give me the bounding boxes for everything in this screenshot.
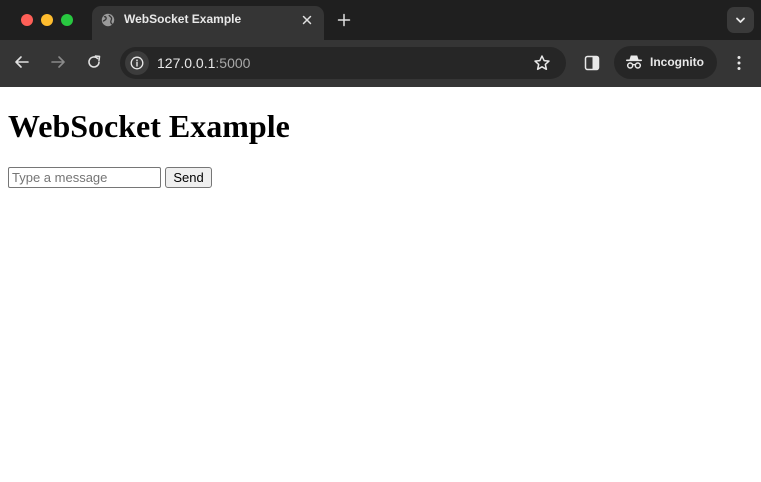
incognito-profile-button[interactable]: Incognito	[614, 46, 717, 79]
more-menu-icon[interactable]	[731, 54, 747, 72]
tab-strip: WebSocket Example	[0, 0, 761, 40]
tab-title: WebSocket Example	[124, 12, 242, 26]
tab-search-button[interactable]	[727, 7, 754, 33]
close-window-button[interactable]	[21, 14, 33, 26]
send-button[interactable]: Send	[165, 167, 212, 188]
url-text[interactable]: 127.0.0.1:5000	[157, 55, 250, 71]
tab-websocket-example[interactable]: WebSocket Example	[92, 6, 324, 40]
side-panel-icon[interactable]	[583, 54, 601, 72]
back-arrow-icon[interactable]	[14, 54, 30, 70]
minimize-window-button[interactable]	[41, 14, 53, 26]
forward-arrow-icon[interactable]	[50, 54, 66, 70]
chevron-down-icon	[736, 17, 745, 23]
message-input[interactable]	[8, 167, 161, 188]
incognito-label: Incognito	[650, 55, 704, 69]
address-bar[interactable]: 127.0.0.1:5000	[120, 47, 566, 79]
page-content: WebSocket Example Send	[0, 87, 761, 482]
url-host: 127.0.0.1	[157, 55, 216, 71]
browser-chrome: WebSocket Example 127.0.0.1:5000 Incogni…	[0, 0, 761, 87]
incognito-icon	[626, 55, 642, 69]
reload-icon[interactable]	[86, 54, 102, 70]
site-info-button[interactable]	[125, 51, 149, 75]
zoom-window-button[interactable]	[61, 14, 73, 26]
globe-icon	[101, 13, 115, 27]
close-icon[interactable]	[299, 12, 315, 28]
page-title: WebSocket Example	[8, 108, 290, 144]
url-port: :5000	[215, 55, 251, 71]
info-icon	[130, 56, 144, 70]
new-tab-icon[interactable]	[336, 12, 352, 28]
star-icon[interactable]	[533, 54, 551, 72]
